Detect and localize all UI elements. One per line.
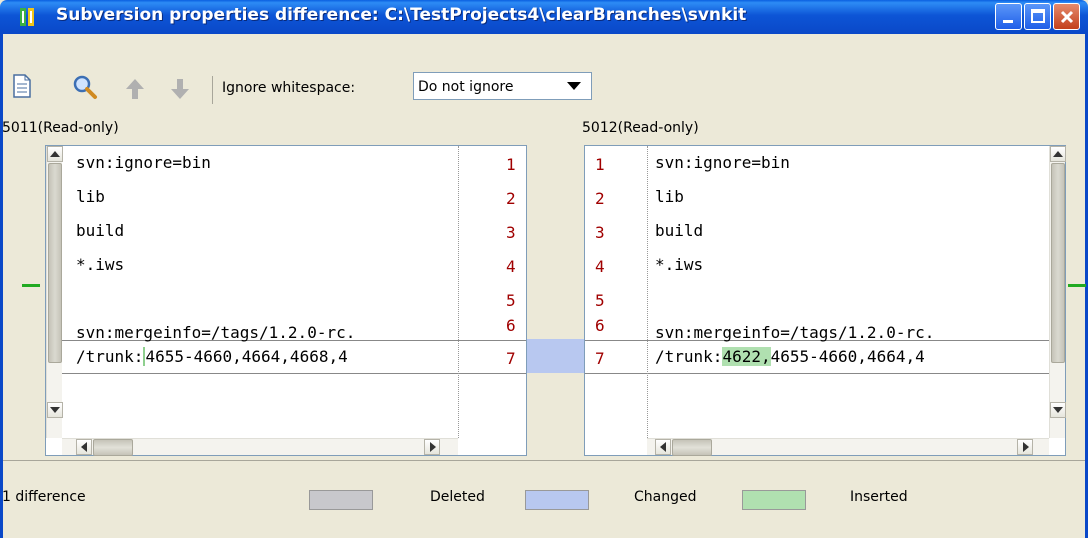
code-line: svn:ignore=bin xyxy=(655,153,790,172)
code-line: lib xyxy=(76,187,105,206)
chevron-down-icon[interactable] xyxy=(567,82,581,90)
line-number: 1 xyxy=(506,155,516,174)
inserted-swatch xyxy=(742,490,806,510)
scroll-down-button[interactable] xyxy=(47,402,63,418)
scroll-right-icon xyxy=(430,442,436,452)
line-number: 2 xyxy=(595,189,605,208)
deleted-swatch xyxy=(309,490,373,510)
inserted-label: Inserted xyxy=(850,489,908,505)
line-prefix: /trunk: xyxy=(76,347,144,366)
line-number: 4 xyxy=(506,257,516,276)
window-title: Subversion properties difference: C:\Tes… xyxy=(56,5,747,25)
code-line: build xyxy=(655,221,704,240)
toolbar-separator xyxy=(212,76,213,104)
scroll-down-icon xyxy=(1053,407,1063,413)
line-number: 3 xyxy=(595,223,605,242)
right-change-marker xyxy=(1068,284,1086,287)
scroll-up-icon xyxy=(50,151,60,157)
left-diff-pane[interactable]: svn:ignore=bin lib build *.iws svn:merge… xyxy=(45,145,527,456)
close-button[interactable] xyxy=(1053,3,1080,30)
scroll-thumb[interactable] xyxy=(93,439,133,456)
scroll-thumb[interactable] xyxy=(48,163,62,363)
minimize-button[interactable] xyxy=(995,3,1022,30)
left-pane-header: 5011(Read-only) xyxy=(2,120,119,136)
right-pane-header: 5012(Read-only) xyxy=(582,120,699,136)
minimize-icon xyxy=(1003,20,1013,23)
line-number: 6 xyxy=(595,316,605,335)
gutter-divider xyxy=(647,146,648,438)
left-change-marker xyxy=(22,284,40,287)
ignore-whitespace-value: Do not ignore xyxy=(418,79,514,95)
code-line: build xyxy=(76,221,125,240)
gutter-divider xyxy=(458,146,459,438)
deleted-label: Deleted xyxy=(430,489,485,505)
scroll-up-icon xyxy=(1053,151,1063,157)
code-line: svn:ignore=bin xyxy=(76,153,211,172)
scroll-right-button[interactable] xyxy=(424,439,440,455)
left-vertical-scrollbar[interactable] xyxy=(46,146,63,438)
changed-swatch xyxy=(525,490,589,510)
line-number: 6 xyxy=(506,316,516,335)
right-diff-pane[interactable]: 1 2 3 4 5 6 7 svn:ignore=bin lib build *… xyxy=(584,145,1066,456)
change-connector xyxy=(527,339,584,373)
right-horizontal-scrollbar[interactable] xyxy=(647,438,1049,456)
code-line-changed: /trunk: 4655-4660,4664,4668,4 xyxy=(76,340,456,374)
line-number: 5 xyxy=(506,291,516,310)
scroll-up-button[interactable] xyxy=(47,146,63,162)
window-frame-left xyxy=(0,34,3,538)
code-line-changed: /trunk:4622,4655-4660,4664,4 xyxy=(655,340,1035,374)
code-line: lib xyxy=(655,187,684,206)
ignore-whitespace-label: Ignore whitespace: xyxy=(222,80,356,96)
scroll-right-icon xyxy=(1023,442,1029,452)
arrow-down-icon[interactable] xyxy=(170,78,190,104)
left-horizontal-scrollbar[interactable] xyxy=(62,438,458,456)
code-line: *.iws xyxy=(76,255,125,274)
inserted-text: 4622, xyxy=(722,347,771,366)
maximize-icon xyxy=(1031,9,1045,23)
line-text: 4655-4660,4664,4668,4 xyxy=(143,347,348,366)
scroll-up-button[interactable] xyxy=(1050,146,1066,162)
document-icon[interactable] xyxy=(12,74,32,102)
line-number: 1 xyxy=(595,155,605,174)
scroll-thumb[interactable] xyxy=(1051,163,1065,363)
close-icon xyxy=(1060,10,1074,24)
line-number: 4 xyxy=(595,257,605,276)
scroll-left-icon xyxy=(81,442,87,452)
app-icon xyxy=(20,8,36,26)
line-number: 2 xyxy=(506,189,516,208)
search-icon[interactable] xyxy=(72,74,98,104)
changed-label: Changed xyxy=(634,489,697,505)
code-line: *.iws xyxy=(655,255,704,274)
line-number: 3 xyxy=(506,223,516,242)
scroll-left-button[interactable] xyxy=(76,439,92,455)
line-number: 7 xyxy=(506,349,516,368)
scroll-left-icon xyxy=(660,442,666,452)
scroll-right-button[interactable] xyxy=(1017,439,1033,455)
scroll-down-icon xyxy=(50,407,60,413)
right-vertical-scrollbar[interactable] xyxy=(1049,146,1066,438)
arrow-up-icon[interactable] xyxy=(125,78,145,104)
line-number: 5 xyxy=(595,291,605,310)
scroll-left-button[interactable] xyxy=(655,439,671,455)
line-text: 4655-4660,4664,4 xyxy=(770,347,925,366)
status-separator xyxy=(3,460,1085,461)
scroll-thumb[interactable] xyxy=(672,439,712,456)
difference-count: 1 difference xyxy=(2,489,86,505)
maximize-button[interactable] xyxy=(1024,3,1051,30)
line-number: 7 xyxy=(595,349,605,368)
scroll-down-button[interactable] xyxy=(1050,402,1066,418)
line-prefix: /trunk: xyxy=(655,347,723,366)
